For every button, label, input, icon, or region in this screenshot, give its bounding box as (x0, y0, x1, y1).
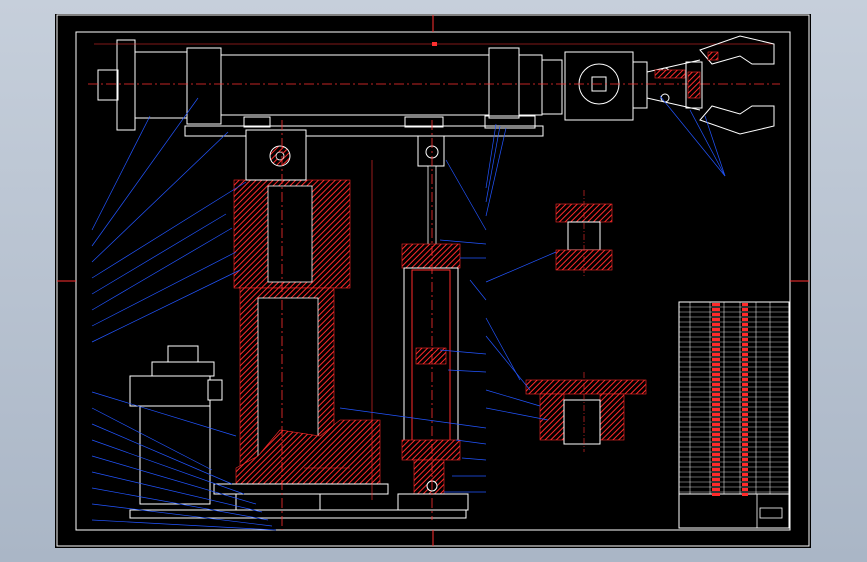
bom-cell-text (712, 363, 720, 366)
bom-cell-text (712, 483, 720, 486)
cad-viewport[interactable] (0, 0, 867, 562)
bom-cell-text (742, 418, 748, 421)
bom-cell-text (742, 483, 748, 486)
title-block (678, 301, 790, 529)
bom-cell-text (712, 393, 720, 396)
bom-cell-text (742, 313, 748, 316)
bom-cell-text (712, 323, 720, 326)
bom-cell-text (742, 343, 748, 346)
bom-cell-text (712, 308, 720, 311)
bom-cell-text (712, 383, 720, 386)
bom-cell-text (712, 318, 720, 321)
bom-cell-text (742, 398, 748, 401)
bom-cell-text (712, 368, 720, 371)
bom-cell-text (712, 463, 720, 466)
bom-cell-text (712, 358, 720, 361)
bom-cell-text (742, 333, 748, 336)
bom-cell-text (742, 368, 748, 371)
bom-cell-text (712, 408, 720, 411)
bom-cell-text (712, 433, 720, 436)
bom-cell-text (742, 473, 748, 476)
bom-cell-text (712, 313, 720, 316)
bom-cell-text (712, 488, 720, 491)
bom-cell-text (712, 353, 720, 356)
bom-cell-text (712, 373, 720, 376)
bom-cell-text (742, 423, 748, 426)
bom-cell-text (712, 413, 720, 416)
bom-cell-text (742, 493, 748, 496)
bom-cell-text (742, 448, 748, 451)
bom-cell-text (742, 413, 748, 416)
bom-cell-text (712, 333, 720, 336)
bom-cell-text (742, 468, 748, 471)
bom-cell-text (712, 378, 720, 381)
bom-cell-text (742, 463, 748, 466)
bom-cell-text (712, 473, 720, 476)
bom-cell-text (712, 438, 720, 441)
dimension-mark (432, 42, 437, 46)
title-block-label (760, 506, 782, 518)
bom-cell-text (742, 358, 748, 361)
bom-cell-text (742, 433, 748, 436)
bom-cell-text (742, 488, 748, 491)
bom-cell-text (712, 343, 720, 346)
bom-cell-text (742, 353, 748, 356)
bom-cell-text (712, 443, 720, 446)
bom-cell-text (742, 393, 748, 396)
bom-cell-text (712, 458, 720, 461)
assembly-drawing (56, 14, 810, 547)
bom-cell-text (742, 453, 748, 456)
bom-cell-text (712, 448, 720, 451)
bom-cell-text (742, 323, 748, 326)
bom-cell-text (742, 348, 748, 351)
bom-cell-text (712, 328, 720, 331)
bom-cell-text (712, 428, 720, 431)
bom-cell-text (742, 363, 748, 366)
bom-cell-text (712, 423, 720, 426)
bom-cell-text (742, 373, 748, 376)
bom-cell-text (712, 493, 720, 496)
bom-cell-text (712, 398, 720, 401)
bom-cell-text (712, 478, 720, 481)
bom-cell-text (742, 438, 748, 441)
bom-cell-text (742, 303, 748, 306)
bom-cell-text (742, 328, 748, 331)
bom-cell-text (742, 378, 748, 381)
bom-cell-text (712, 453, 720, 456)
bom-cell-text (742, 408, 748, 411)
bom-cell-text (742, 383, 748, 386)
bom-cell-text (742, 338, 748, 341)
bom-cell-text (712, 388, 720, 391)
bom-cell-text (712, 403, 720, 406)
bom-cell-text (712, 418, 720, 421)
bom-cell-text (712, 468, 720, 471)
bom-cell-text (742, 388, 748, 391)
bom-cell-text (712, 303, 720, 306)
bom-cell-text (712, 338, 720, 341)
bom-cell-text (742, 428, 748, 431)
bom-cell-text (742, 308, 748, 311)
bom-cell-text (742, 318, 748, 321)
bom-cell-text (742, 478, 748, 481)
bom-cell-text (742, 458, 748, 461)
bom-cell-text (712, 348, 720, 351)
bom-cell-text (742, 443, 748, 446)
bom-cell-text (742, 403, 748, 406)
